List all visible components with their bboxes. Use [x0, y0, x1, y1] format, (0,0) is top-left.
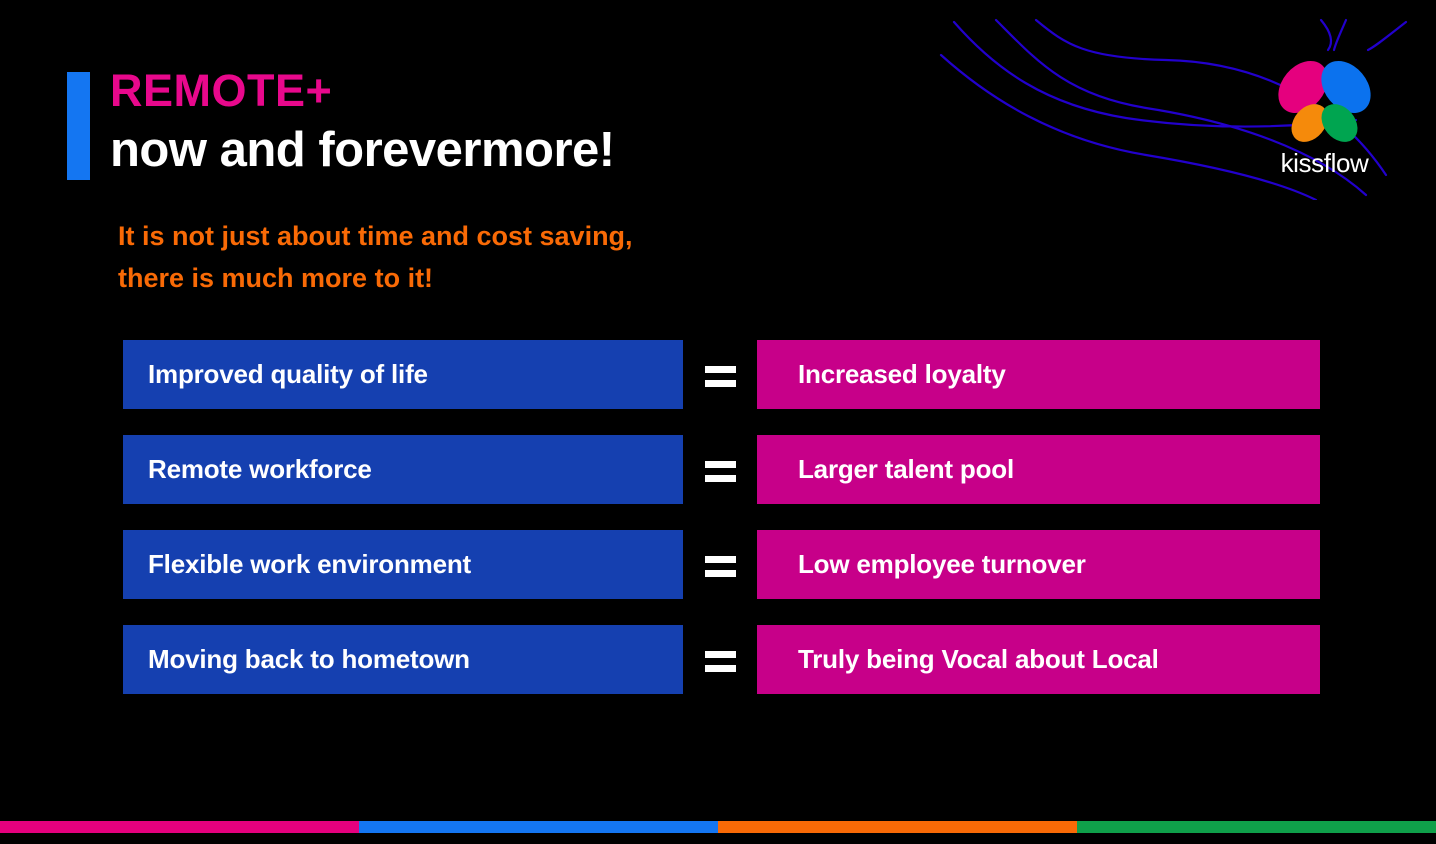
- equation-row: Improved quality of life Increased loyal…: [0, 340, 1436, 409]
- equals-icon: [705, 651, 736, 672]
- benefit-box-right: Increased loyalty: [757, 340, 1320, 409]
- strip-segment-magenta: [0, 821, 359, 833]
- bottom-color-strip: [0, 821, 1436, 833]
- equals-bar-bottom: [705, 665, 736, 672]
- logo-mark: [1268, 51, 1381, 150]
- equals-icon: [705, 556, 736, 577]
- equation-row: Flexible work environment Low employee t…: [0, 530, 1436, 599]
- benefit-label-left: Remote workforce: [148, 454, 372, 484]
- strip-segment-blue: [359, 821, 718, 833]
- equation-row: Remote workforce Larger talent pool: [0, 435, 1436, 504]
- benefit-label-left: Flexible work environment: [148, 549, 471, 579]
- title-accent-bar: [67, 72, 90, 180]
- title-line-primary: REMOTE+: [110, 65, 333, 116]
- equals-icon: [705, 366, 736, 387]
- title-line-secondary: now and forevermore!: [110, 122, 615, 177]
- equals-bar-top: [705, 366, 736, 373]
- equals-bar-bottom: [705, 570, 736, 577]
- equals-bar-bottom: [705, 380, 736, 387]
- subtitle-line-2: there is much more to it!: [118, 262, 434, 293]
- benefit-label-right: Truly being Vocal about Local: [798, 644, 1159, 674]
- equals-bar-top: [705, 461, 736, 468]
- strip-segment-orange: [718, 821, 1077, 833]
- subtitle-line-1: It is not just about time and cost savin…: [118, 221, 633, 251]
- benefit-label-right: Increased loyalty: [798, 359, 1006, 389]
- benefit-box-left: Improved quality of life: [123, 340, 683, 409]
- benefit-box-right: Truly being Vocal about Local: [757, 625, 1320, 694]
- logo-wordmark: kissflow: [1280, 148, 1369, 178]
- equals-bar-top: [705, 651, 736, 658]
- benefit-box-right: Larger talent pool: [757, 435, 1320, 504]
- benefit-box-right: Low employee turnover: [757, 530, 1320, 599]
- equals-icon: [705, 461, 736, 482]
- benefit-box-left: Flexible work environment: [123, 530, 683, 599]
- benefit-label-right: Low employee turnover: [798, 549, 1086, 579]
- benefit-label-right: Larger talent pool: [798, 454, 1014, 484]
- page-title: REMOTE+ now and forevermore!: [110, 66, 910, 178]
- benefit-label-left: Improved quality of life: [148, 359, 428, 389]
- subtitle: It is not just about time and cost savin…: [118, 216, 838, 300]
- equals-bar-top: [705, 556, 736, 563]
- equation-row: Moving back to hometown Truly being Voca…: [0, 625, 1436, 694]
- equals-bar-bottom: [705, 475, 736, 482]
- benefit-label-left: Moving back to hometown: [148, 644, 470, 674]
- benefit-box-left: Moving back to hometown: [123, 625, 683, 694]
- slide-canvas: kissflow REMOTE+ now and forevermore! It…: [0, 0, 1436, 844]
- equation-list: Improved quality of life Increased loyal…: [0, 340, 1436, 694]
- strip-segment-green: [1077, 821, 1436, 833]
- kissflow-logo: kissflow: [1262, 51, 1387, 178]
- benefit-box-left: Remote workforce: [123, 435, 683, 504]
